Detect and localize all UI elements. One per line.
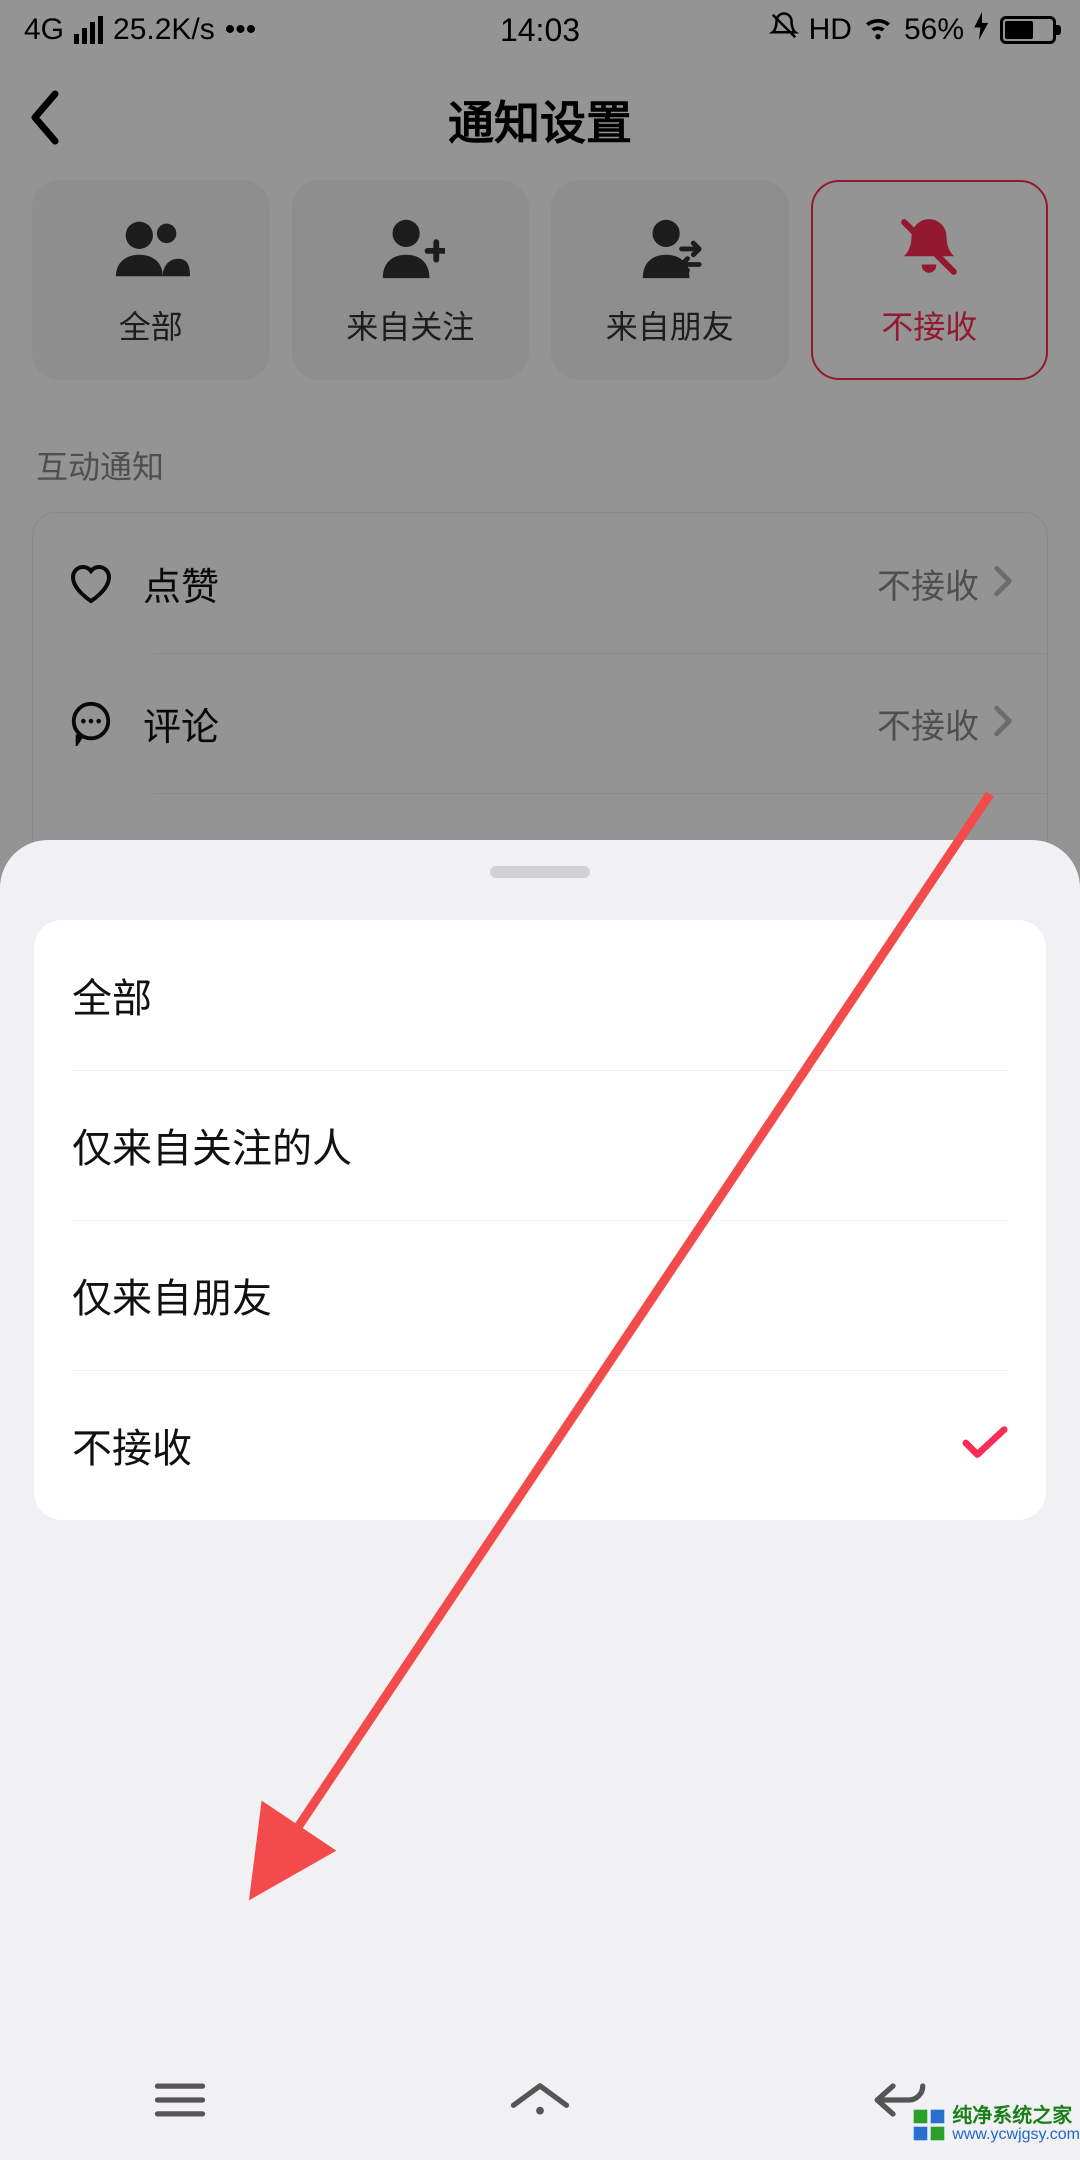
sheet-option-friends[interactable]: 仅来自朋友 bbox=[34, 1220, 1046, 1370]
watermark-title: 纯净系统之家 bbox=[952, 2106, 1080, 2127]
sheet-handle[interactable] bbox=[490, 866, 590, 878]
sheet-option-label: 仅来自关注的人 bbox=[72, 1116, 352, 1174]
check-icon bbox=[962, 1425, 1008, 1466]
sheet-option-label: 全部 bbox=[72, 966, 152, 1024]
watermark-url: www.ycwjgsy.com bbox=[952, 2127, 1080, 2144]
sheet-option-label: 仅来自朋友 bbox=[72, 1266, 272, 1324]
sheet-option-following[interactable]: 仅来自关注的人 bbox=[34, 1070, 1046, 1220]
home-button[interactable] bbox=[480, 2070, 600, 2130]
action-sheet: 全部 仅来自关注的人 仅来自朋友 不接收 bbox=[0, 840, 1080, 2160]
watermark-logo-icon bbox=[912, 2108, 946, 2142]
sheet-option-all[interactable]: 全部 bbox=[34, 920, 1046, 1070]
watermark: 纯净系统之家 www.ycwjgsy.com bbox=[912, 2106, 1080, 2144]
sheet-option-none[interactable]: 不接收 bbox=[34, 1370, 1046, 1520]
recent-apps-button[interactable] bbox=[120, 2070, 240, 2130]
sheet-option-label: 不接收 bbox=[72, 1416, 192, 1474]
